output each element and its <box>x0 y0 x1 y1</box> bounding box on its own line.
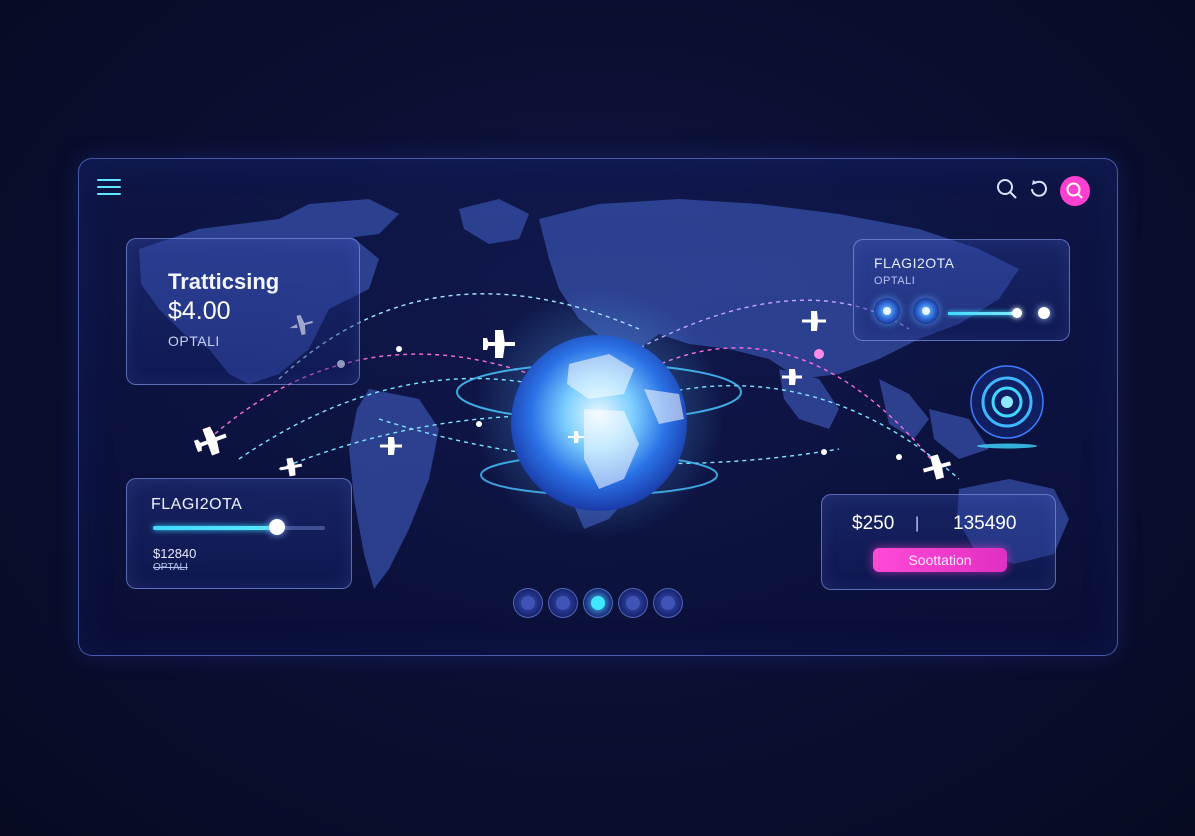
search-icon[interactable] <box>995 177 1019 201</box>
slider-handle-end[interactable] <box>1038 307 1050 319</box>
pricing-card-left[interactable]: Tratticsing $4.00 OPTALI <box>126 238 360 385</box>
slider-knob[interactable] <box>268 519 285 535</box>
menu-icon[interactable] <box>97 179 121 197</box>
dashboard-frame: Tratticsing $4.00 OPTALI FLAGI2OTA $1284… <box>78 158 1118 656</box>
location-target-icon[interactable] <box>967 364 1047 454</box>
card-subtitle: OPTALI <box>168 333 220 349</box>
price-value: $250 <box>852 513 895 534</box>
count-value: 135490 <box>953 513 1017 534</box>
refresh-icon[interactable] <box>1027 177 1051 201</box>
book-button[interactable]: Soottation <box>873 548 1007 572</box>
page-dot-5[interactable] <box>653 588 683 618</box>
card-subtitle: OPTALI <box>874 275 916 287</box>
pagination <box>513 588 683 618</box>
card-title: Tratticsing <box>168 269 280 294</box>
slider-track <box>948 312 1018 315</box>
page-dot-3[interactable] <box>583 588 613 618</box>
option-button-1[interactable] <box>874 298 900 324</box>
flight-card-left[interactable]: FLAGI2OTA $12840 OPTALI <box>126 478 352 589</box>
flight-card-right[interactable]: FLAGI2OTA OPTALI <box>853 239 1070 341</box>
option-button-2[interactable] <box>913 298 939 324</box>
card-subtitle: OPTALI <box>153 562 188 573</box>
booking-card[interactable]: $250 | 135490 Soottation <box>821 494 1056 590</box>
card-title: FLAGI2OTA <box>151 496 243 513</box>
card-title: FLAGI2OTA <box>874 255 955 271</box>
page-dot-1[interactable] <box>513 588 543 618</box>
slider-handle-start[interactable] <box>1012 308 1022 318</box>
page-dot-2[interactable] <box>548 588 578 618</box>
price-slider[interactable] <box>153 519 325 535</box>
search-active-icon[interactable] <box>1059 175 1091 207</box>
slider-fill <box>153 526 277 530</box>
value-separator: | <box>915 515 920 532</box>
range-slider[interactable] <box>948 307 1050 319</box>
card-price: $12840 <box>153 546 197 561</box>
card-price: $4.00 <box>168 297 231 325</box>
page-dot-4[interactable] <box>618 588 648 618</box>
